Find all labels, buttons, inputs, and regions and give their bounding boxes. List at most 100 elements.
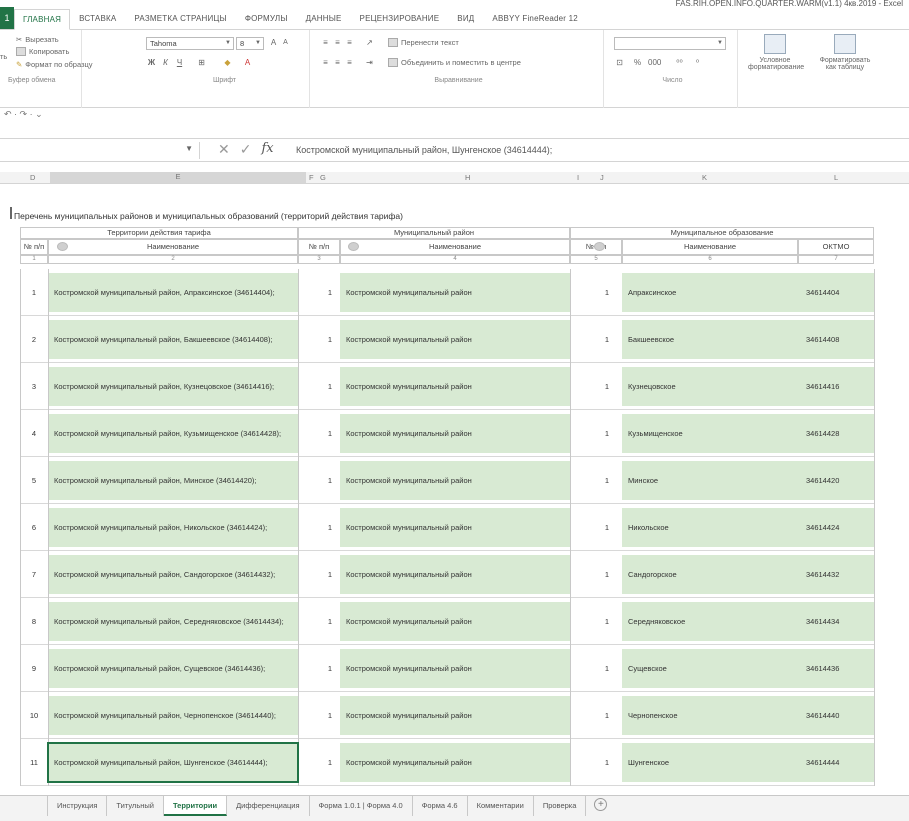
tab-abbyy[interactable]: ABBYY FineReader 12 xyxy=(483,14,586,29)
row-number-cell[interactable]: 11 xyxy=(20,743,48,782)
territory-name-cell[interactable]: Костромской муниципальный район, Бакшеев… xyxy=(48,320,298,359)
quick-access-toolbar[interactable]: ↶ · ↷ · ⌄ xyxy=(4,109,43,120)
bold-icon[interactable]: Ж xyxy=(146,58,157,67)
oktmo-cell[interactable]: 34614436 xyxy=(798,649,874,688)
italic-icon[interactable]: К xyxy=(160,58,171,67)
district-name-cell[interactable]: Костромской муниципальный район xyxy=(340,555,570,594)
territory-name-cell[interactable]: Костромской муниципальный район, Сущевск… xyxy=(48,649,298,688)
territory-name-cell[interactable]: Костромской муниципальный район, Апракси… xyxy=(48,273,298,312)
district-number-cell[interactable]: 1 xyxy=(320,696,340,735)
borders-icon[interactable]: ⊞ xyxy=(196,58,207,67)
thousands-icon[interactable]: 000 xyxy=(648,58,661,67)
sheet-tab[interactable]: Дифференциация xyxy=(227,796,310,816)
align-right-icon[interactable]: ≡ xyxy=(344,58,355,67)
percent-icon[interactable]: % xyxy=(632,58,643,67)
municipality-number-cell[interactable]: 1 xyxy=(592,508,622,547)
row-number-cell[interactable]: 8 xyxy=(20,602,48,641)
district-name-cell[interactable]: Костромской муниципальный район xyxy=(340,461,570,500)
orientation-icon[interactable]: ↗ xyxy=(364,38,375,47)
sheet-tab[interactable]: Проверка xyxy=(534,796,587,816)
row-number-cell[interactable]: 9 xyxy=(20,649,48,688)
district-name-cell[interactable]: Костромской муниципальный район xyxy=(340,320,570,359)
font-color-icon[interactable]: A xyxy=(242,58,253,67)
territory-name-cell[interactable]: Костромской муниципальный район, Минское… xyxy=(48,461,298,500)
district-name-cell[interactable]: Костромской муниципальный район xyxy=(340,602,570,641)
territory-name-cell[interactable]: Костромской муниципальный район, Середня… xyxy=(48,602,298,641)
copy-button[interactable]: Копировать xyxy=(16,47,69,56)
municipality-name-cell[interactable]: Бакшеевское xyxy=(622,320,798,359)
district-number-cell[interactable]: 1 xyxy=(320,273,340,312)
municipality-name-cell[interactable]: Никольское xyxy=(622,508,798,547)
sheet-tab[interactable]: Форма 1.0.1 | Форма 4.0 xyxy=(310,796,413,816)
formula-input[interactable]: Костромской муниципальный район, Шунгенс… xyxy=(296,145,552,155)
district-name-cell[interactable]: Костромской муниципальный район xyxy=(340,743,570,782)
increase-decimal-icon[interactable]: ⁰⁰ xyxy=(674,58,685,67)
oktmo-cell[interactable]: 34614408 xyxy=(798,320,874,359)
sheet-tab[interactable]: Форма 4.6 xyxy=(413,796,468,816)
number-format-combo[interactable]: ▼ xyxy=(614,37,726,50)
district-number-cell[interactable]: 1 xyxy=(320,367,340,406)
district-number-cell[interactable]: 1 xyxy=(320,602,340,641)
municipality-number-cell[interactable]: 1 xyxy=(592,743,622,782)
municipality-number-cell[interactable]: 1 xyxy=(592,367,622,406)
group-toggle-icon[interactable] xyxy=(594,242,605,251)
territory-name-cell[interactable]: Костромской муниципальный район, Сандого… xyxy=(48,555,298,594)
row-number-cell[interactable]: 6 xyxy=(20,508,48,547)
row-number-cell[interactable]: 1 xyxy=(20,273,48,312)
territory-name-cell[interactable]: Костромской муниципальный район, Чернопе… xyxy=(48,696,298,735)
row-number-cell[interactable]: 3 xyxy=(20,367,48,406)
align-bottom-icon[interactable]: ≡ xyxy=(344,38,355,47)
district-name-cell[interactable]: Костромской муниципальный район xyxy=(340,367,570,406)
district-number-cell[interactable]: 1 xyxy=(320,320,340,359)
format-as-table-button[interactable]: Форматировать как таблицу xyxy=(816,34,874,71)
row-number-cell[interactable]: 4 xyxy=(20,414,48,453)
fill-color-icon[interactable]: ◆ xyxy=(222,58,233,67)
oktmo-cell[interactable]: 34614420 xyxy=(798,461,874,500)
sheet-tab[interactable]: Инструкция xyxy=(48,796,108,816)
enter-icon[interactable]: ✓ xyxy=(240,141,252,158)
municipality-name-cell[interactable]: Чернопенское xyxy=(622,696,798,735)
municipality-number-cell[interactable]: 1 xyxy=(592,273,622,312)
align-center-icon[interactable]: ≡ xyxy=(332,58,343,67)
row-number-cell[interactable]: 5 xyxy=(20,461,48,500)
sheet-tab-active[interactable]: Территории xyxy=(163,796,228,816)
district-number-cell[interactable]: 1 xyxy=(320,414,340,453)
tab-view[interactable]: ВИД xyxy=(448,14,483,29)
municipality-name-cell[interactable]: Сандогорское xyxy=(622,555,798,594)
oktmo-cell[interactable]: 34614444 xyxy=(798,743,874,782)
municipality-name-cell[interactable]: Середняковское xyxy=(622,602,798,641)
municipality-name-cell[interactable]: Кузнецовское xyxy=(622,367,798,406)
currency-icon[interactable]: ⊡ xyxy=(614,58,625,67)
font-name-combo[interactable]: Tahoma ▼ xyxy=(146,37,234,50)
municipality-number-cell[interactable]: 1 xyxy=(592,414,622,453)
font-grow-icon[interactable]: A xyxy=(268,38,279,47)
conditional-format-button[interactable]: Условное форматирование xyxy=(748,34,804,71)
cut-button[interactable]: ✂ Вырезать xyxy=(16,35,59,44)
municipality-name-cell[interactable]: Сущевское xyxy=(622,649,798,688)
tab-page-layout[interactable]: РАЗМЕТКА СТРАНИЦЫ xyxy=(125,14,235,29)
territory-name-cell[interactable]: Костромской муниципальный район, Никольс… xyxy=(48,508,298,547)
font-size-combo[interactable]: 8 ▼ xyxy=(236,37,264,50)
territory-name-cell[interactable]: Костромской муниципальный район, Кузнецо… xyxy=(48,367,298,406)
municipality-name-cell[interactable]: Шунгенское xyxy=(622,743,798,782)
tab-data[interactable]: ДАННЫЕ xyxy=(297,14,351,29)
group-toggle-icon[interactable] xyxy=(57,242,68,251)
district-number-cell[interactable]: 1 xyxy=(320,649,340,688)
oktmo-cell[interactable]: 34614428 xyxy=(798,414,874,453)
district-number-cell[interactable]: 1 xyxy=(320,461,340,500)
indent-icon[interactable]: ⇥ xyxy=(364,58,375,67)
format-painter-button[interactable]: ✎ Формат по образцу xyxy=(16,60,93,69)
column-header[interactable]: D xyxy=(30,173,35,182)
column-header[interactable]: E xyxy=(50,172,306,183)
column-header[interactable]: I xyxy=(577,173,579,182)
district-name-cell[interactable]: Костромской муниципальный район xyxy=(340,508,570,547)
group-toggle-icon[interactable] xyxy=(348,242,359,251)
oktmo-cell[interactable]: 34614416 xyxy=(798,367,874,406)
column-header[interactable]: G xyxy=(320,173,326,182)
municipality-number-cell[interactable]: 1 xyxy=(592,461,622,500)
font-shrink-icon[interactable]: A xyxy=(280,39,291,46)
oktmo-cell[interactable]: 34614424 xyxy=(798,508,874,547)
underline-icon[interactable]: Ч xyxy=(174,58,185,67)
territory-name-cell[interactable]: Костромской муниципальный район, Кузьмищ… xyxy=(48,414,298,453)
municipality-number-cell[interactable]: 1 xyxy=(592,320,622,359)
